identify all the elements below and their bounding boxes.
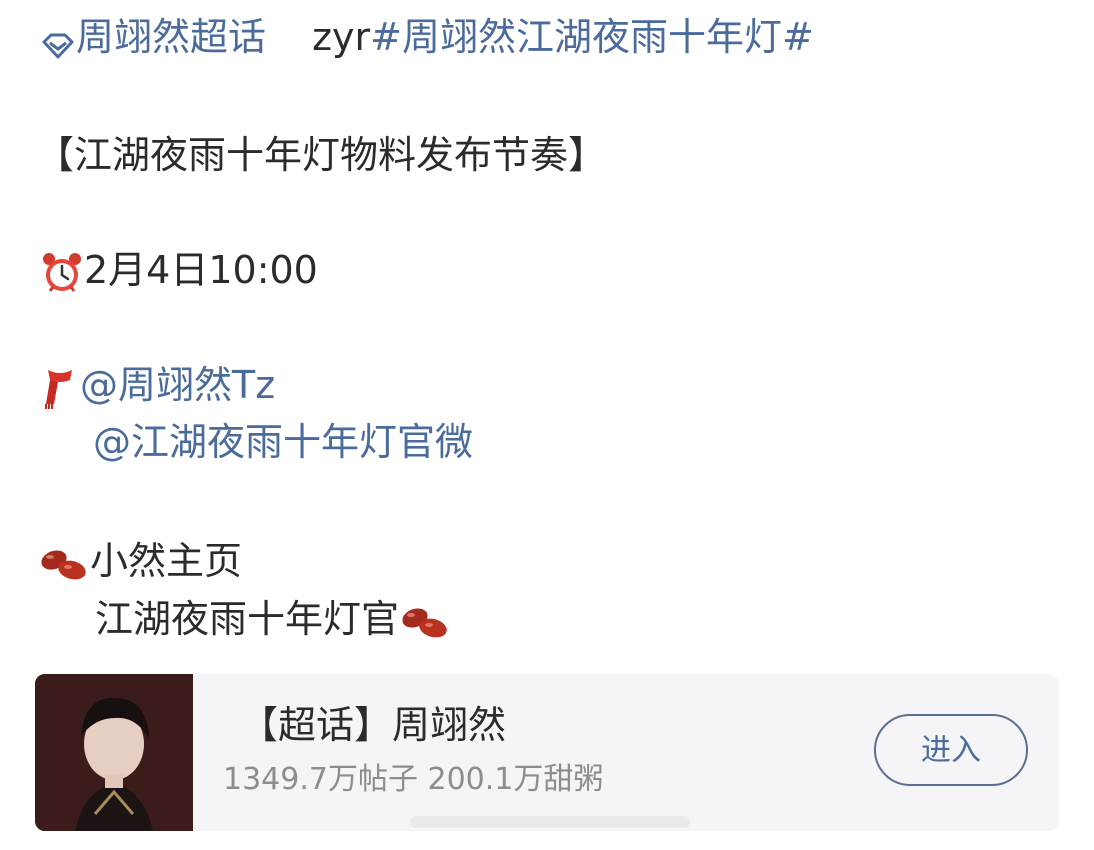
author-prefix: zyr	[312, 15, 371, 59]
card-title: 【超话】周翊然	[240, 703, 507, 747]
avatar	[35, 674, 193, 831]
homepage-line: 小然主页	[38, 538, 242, 584]
time-text: 2月4日10:00	[84, 248, 318, 292]
alarm-clock-icon	[40, 251, 84, 295]
headline: 【江湖夜雨十年灯物料发布节奏】	[36, 133, 607, 177]
mention-line-1: @周翊然Tz	[40, 362, 275, 410]
supertopic-line: 周翊然超话 zyr#周翊然江湖夜雨十年灯#	[40, 14, 814, 60]
official-line: 江湖夜雨十年灯官	[95, 596, 451, 642]
hashtag-link[interactable]: #周翊然江湖夜雨十年灯#	[370, 15, 814, 59]
bean-icon	[38, 544, 90, 584]
bean-icon	[399, 602, 451, 642]
watermark	[410, 812, 690, 832]
card-stats: 1349.7万帖子 200.1万甜粥	[223, 762, 604, 797]
diamond-icon	[40, 25, 76, 58]
time-line: 2月4日10:00	[40, 247, 318, 295]
official-text: 江湖夜雨十年灯官	[95, 597, 400, 641]
supertopic-link[interactable]: 周翊然超话	[76, 15, 266, 59]
enter-button[interactable]: 进入	[874, 714, 1028, 786]
homepage-text: 小然主页	[90, 539, 243, 583]
mention-zhouyiran[interactable]: @周翊然Tz	[80, 363, 275, 407]
supertopic-card[interactable]: 【超话】周翊然 1349.7万帖子 200.1万甜粥 进入	[35, 674, 1059, 831]
mention-official[interactable]: @江湖夜雨十年灯官微	[93, 419, 473, 465]
scarf-icon	[40, 366, 80, 410]
